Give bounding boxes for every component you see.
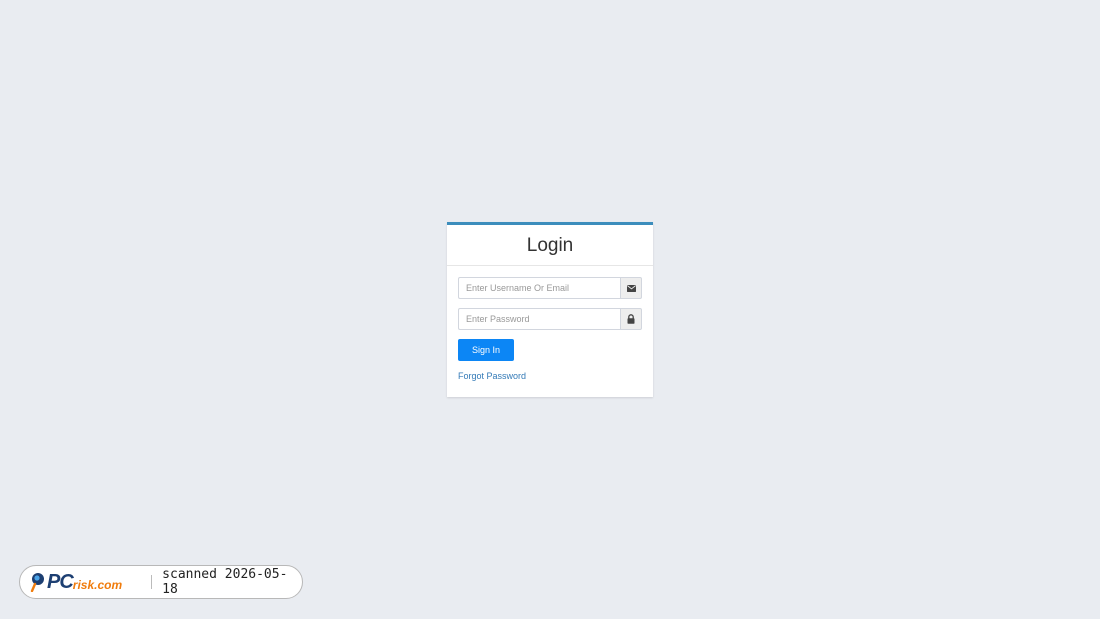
password-input[interactable] [458, 308, 620, 330]
pcrisk-watermark: PC risk.com scanned 2026-05-18 [19, 565, 303, 599]
password-addon [620, 308, 642, 330]
scan-date-text: scanned 2026-05-18 [162, 567, 288, 597]
sign-in-button[interactable]: Sign In [458, 339, 514, 361]
envelope-icon [626, 284, 636, 292]
username-group [458, 277, 642, 299]
login-form: Sign In Forgot Password [447, 266, 653, 381]
pcrisk-logo: PC risk.com [30, 571, 141, 594]
login-card: Login Sign In Forgot Password [447, 222, 653, 397]
watermark-divider [151, 575, 153, 589]
login-title: Login [526, 234, 574, 256]
password-group [458, 308, 642, 330]
logo-pc-text: PC [47, 570, 74, 593]
lock-icon [627, 314, 635, 324]
forgot-password-link[interactable]: Forgot Password [458, 371, 642, 381]
magnifier-icon [30, 573, 44, 592]
username-addon [620, 277, 642, 299]
username-input[interactable] [458, 277, 620, 299]
logo-risk-text: risk.com [72, 578, 123, 592]
login-header: Login [447, 225, 653, 266]
